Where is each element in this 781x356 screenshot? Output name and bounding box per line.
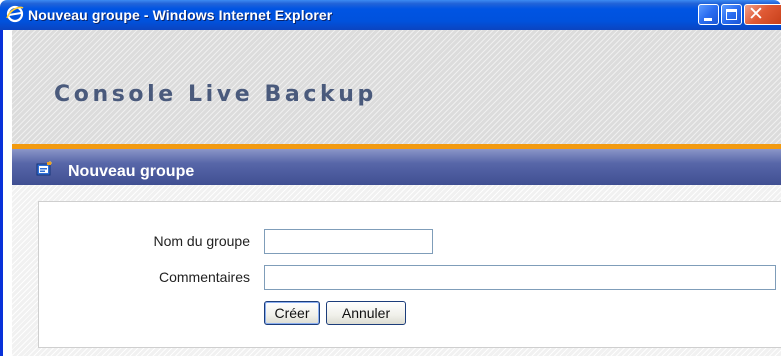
- group-name-input[interactable]: [264, 229, 433, 254]
- maximize-button[interactable]: [721, 4, 742, 25]
- app-title: Console Live Backup: [54, 82, 377, 107]
- comments-label: Commentaires: [158, 269, 250, 285]
- section-title: Nouveau groupe: [68, 163, 195, 180]
- ie-logo-icon: [6, 5, 24, 23]
- maximize-icon: [726, 9, 737, 20]
- minimize-icon: [704, 18, 712, 21]
- cancel-button[interactable]: Annuler: [326, 301, 406, 325]
- group-name-label: Nom du groupe: [153, 233, 250, 249]
- create-button[interactable]: Créer: [264, 301, 320, 325]
- window-titlebar[interactable]: Nouveau groupe - Windows Internet Explor…: [0, 0, 781, 30]
- close-icon: ✕: [748, 3, 764, 25]
- minimize-button[interactable]: [698, 4, 719, 25]
- comments-input[interactable]: [264, 265, 776, 290]
- close-button[interactable]: ✕: [744, 4, 781, 25]
- window-title: Nouveau groupe - Windows Internet Explor…: [28, 7, 333, 23]
- new-group-icon: [36, 161, 52, 176]
